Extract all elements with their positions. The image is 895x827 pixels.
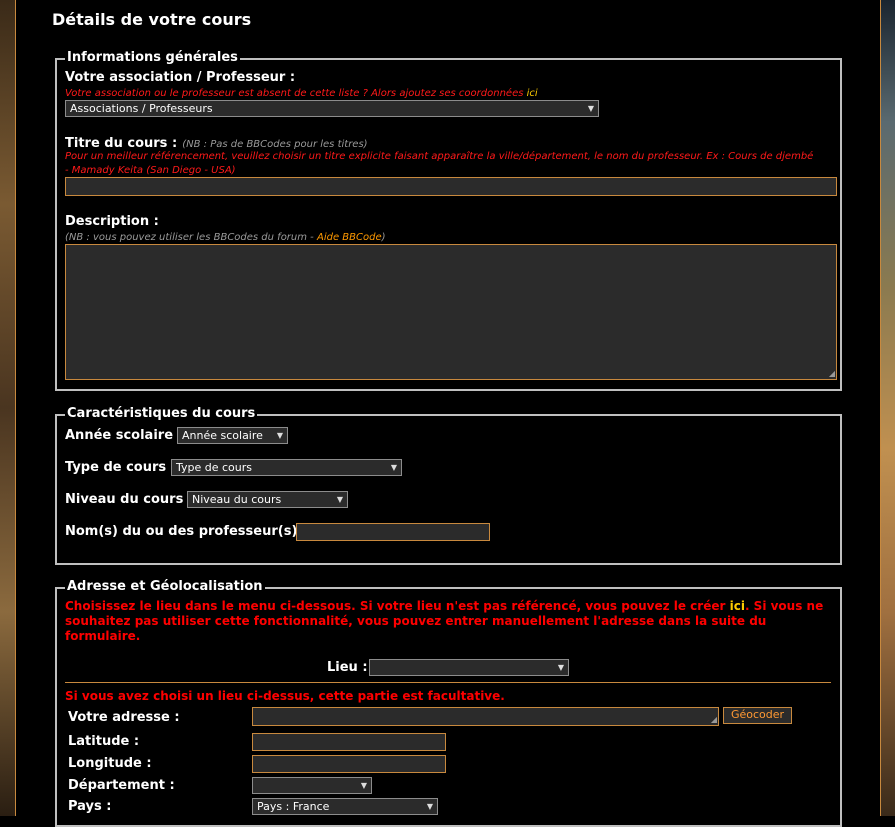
triangle-down-icon: ▼ (587, 104, 594, 113)
divider (65, 682, 831, 683)
address-textarea[interactable]: ◢ (252, 707, 719, 726)
title-label-row: Titre du cours : (NB : Pas de BBCodes po… (65, 132, 368, 152)
optional-note: Si vous avez choisi un lieu ci-dessus, c… (65, 689, 505, 703)
page-title: Détails de votre cours (52, 10, 252, 29)
background-image-right (881, 0, 895, 816)
place-label: Lieu : (327, 660, 368, 675)
triangle-down-icon: ▼ (557, 663, 564, 672)
triangle-down-icon: ▼ (360, 781, 367, 790)
triangle-down-icon: ▼ (336, 495, 343, 504)
type-select[interactable]: Type de cours ▼ (171, 459, 402, 476)
address-intro-line2: souhaitez pas utiliser cette fonctionnal… (65, 614, 767, 628)
year-label: Année scolaire : (65, 428, 183, 443)
legend-address: Adresse et Géolocalisation (65, 579, 265, 595)
title-label: Titre du cours : (65, 136, 178, 151)
teachers-label: Nom(s) du ou des professeur(s) : (65, 524, 308, 539)
geocode-button[interactable]: Géocoder (723, 707, 792, 724)
country-select[interactable]: Pays : France ▼ (252, 798, 438, 815)
address-intro-line1: Choisissez le lieu dans le menu ci-desso… (65, 599, 824, 613)
association-select[interactable]: Associations / Professeurs ▼ (65, 100, 599, 117)
association-label: Votre association / Professeur : (65, 70, 296, 85)
legend-general: Informations générales (65, 50, 240, 66)
title-input[interactable] (65, 177, 837, 196)
create-place-link[interactable]: ici (730, 599, 745, 613)
legend-characteristics: Caractéristiques du cours (65, 406, 258, 422)
association-note: Votre association ou le professeur est a… (65, 88, 538, 99)
longitude-label: Longitude : (68, 756, 152, 771)
latitude-label: Latitude : (68, 734, 140, 749)
level-label: Niveau du cours : (65, 492, 194, 507)
bbcode-help-link[interactable]: Aide BBCode (317, 232, 382, 243)
resize-grip-icon[interactable]: ◢ (711, 716, 717, 724)
teachers-input[interactable] (296, 523, 490, 541)
latitude-input[interactable] (252, 733, 446, 751)
department-label: Département : (68, 778, 175, 793)
place-select[interactable]: ▼ (369, 659, 569, 676)
title-hint-line1: Pour un meilleur référencement, veuillez… (65, 151, 814, 162)
add-association-link[interactable]: ici (527, 88, 538, 99)
address-intro-line3: formulaire. (65, 629, 141, 643)
description-note: (NB : vous pouvez utiliser les BBCodes d… (65, 232, 386, 243)
address-label: Votre adresse : (68, 710, 180, 725)
level-select[interactable]: Niveau du cours ▼ (187, 491, 348, 508)
title-hint-line2: - Mamady Keita (San Diego - USA) (65, 165, 236, 176)
longitude-input[interactable] (252, 755, 446, 773)
description-textarea[interactable]: ◢ (65, 244, 837, 380)
triangle-down-icon: ▼ (426, 802, 433, 811)
resize-grip-icon[interactable]: ◢ (829, 370, 835, 378)
country-label: Pays : (68, 799, 112, 814)
type-label: Type de cours : (65, 460, 176, 475)
year-select[interactable]: Année scolaire ▼ (177, 427, 288, 444)
description-label: Description : (65, 214, 159, 229)
background-image-left (0, 0, 15, 816)
triangle-down-icon: ▼ (390, 463, 397, 472)
triangle-down-icon: ▼ (276, 431, 283, 440)
department-select[interactable]: ▼ (252, 777, 372, 794)
title-note: (NB : Pas de BBCodes pour les titres) (182, 139, 368, 150)
